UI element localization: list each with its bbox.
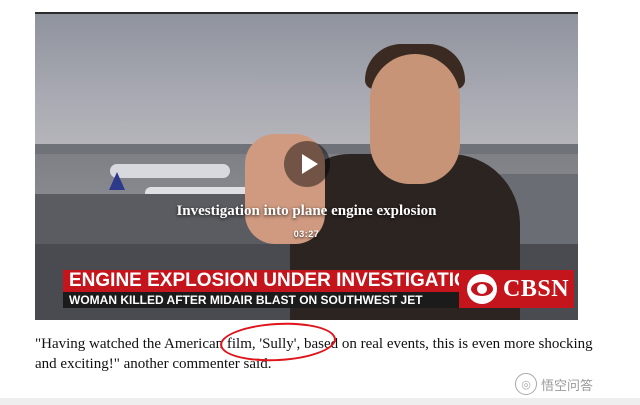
article-page: Investigation into plane engine explosio… [0, 0, 640, 405]
airplane-tail-shape [109, 172, 125, 190]
video-duration: 03:27 [293, 229, 320, 239]
play-icon [302, 154, 318, 174]
video-title: Investigation into plane engine explosio… [176, 203, 437, 219]
watermark-text: 悟空问答 [541, 378, 594, 394]
chyron-headline: ENGINE EXPLOSION UNDER INVESTIGATION [63, 270, 459, 292]
network-logo-text: CBSN [503, 275, 570, 302]
play-button[interactable] [284, 141, 330, 187]
watermark: ◎ 悟空问答 [515, 373, 593, 395]
reporter-head [370, 54, 460, 184]
chyron-subline: WOMAN KILLED AFTER MIDAIR BLAST ON SOUTH… [63, 292, 459, 308]
news-chyron: ENGINE EXPLOSION UNDER INVESTIGATION WOM… [63, 270, 578, 308]
network-logo: CBSN [459, 270, 574, 308]
video-player[interactable]: Investigation into plane engine explosio… [35, 14, 578, 320]
video-sky [35, 14, 578, 154]
airplane-shape [110, 164, 230, 178]
wukong-icon: ◎ [515, 373, 537, 395]
bottom-bar [0, 398, 640, 405]
cbs-eye-icon [467, 274, 497, 304]
